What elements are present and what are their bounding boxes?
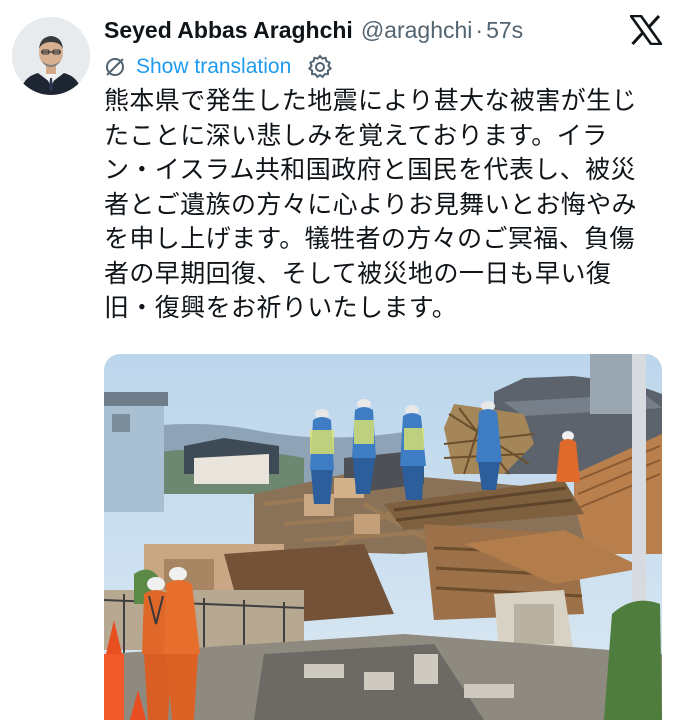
translate-row: Show translation xyxy=(104,52,333,82)
show-translation-link[interactable]: Show translation xyxy=(136,55,291,79)
tweet-body-line: を申し上げます。犠牲者の方々のご冥福、負傷 xyxy=(104,224,635,253)
rescue-worker-figure xyxy=(310,409,334,504)
tweet-photo[interactable] xyxy=(104,354,662,720)
avatar[interactable] xyxy=(12,17,90,95)
author-name[interactable]: Seyed Abbas Araghchi xyxy=(104,17,353,44)
tweet-body-line: 旧・復興をお祈りいたします。 xyxy=(104,293,458,322)
tweet-body-line: ン・イスラム共和国政府と国民を代表し、被災 xyxy=(104,155,636,184)
separator-dot: · xyxy=(475,16,484,43)
x-logo-icon xyxy=(628,14,664,46)
tweet-body-line: 熊本県で発生した地震により甚大な被害が生じ xyxy=(104,86,637,115)
tweet-body-line: 者の早期回復、そして被災地の一日も早い復 xyxy=(104,258,612,288)
tweet-body: 熊本県で発生した地震により甚大な被害が生じ たことに深い悲しみを覚えております。… xyxy=(104,84,664,326)
gear-icon[interactable] xyxy=(307,54,333,80)
timestamp[interactable]: 57s xyxy=(486,17,523,44)
tweet-body-line: 者とご遺族の方々に心よりお見舞いとお悔やみ xyxy=(104,189,637,219)
tweet-header: Seyed Abbas Araghchi @araghchi · 57s xyxy=(104,14,523,46)
avatar-photo xyxy=(12,17,90,95)
earthquake-rescue-photo xyxy=(104,354,662,720)
author-handle[interactable]: @araghchi xyxy=(361,17,473,44)
translate-icon xyxy=(104,56,126,78)
tweet-body-line: たことに深い悲しみを覚えております。イラ xyxy=(104,120,608,150)
